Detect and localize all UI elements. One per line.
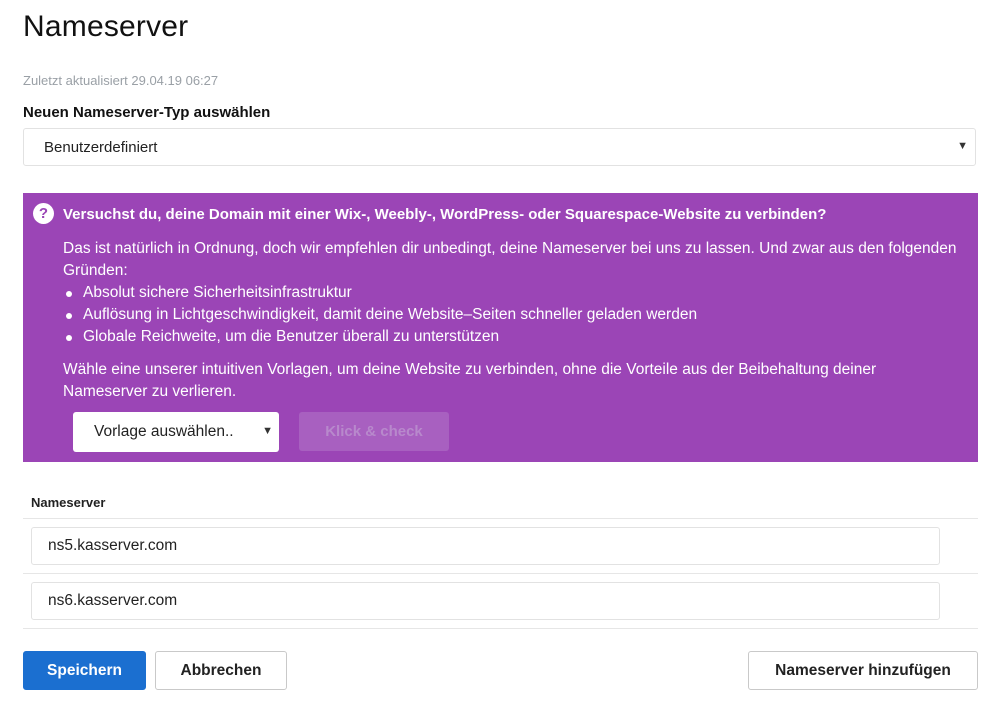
template-select[interactable]: Vorlage auswählen.. ▼ bbox=[73, 412, 279, 452]
check-button[interactable]: Klick & check bbox=[299, 412, 449, 451]
nameserver-value: ns5.kasserver.com bbox=[48, 537, 178, 554]
nameserver-type-select[interactable]: Benutzerdefiniert ▼ bbox=[23, 128, 976, 166]
nameserver-column-header: Nameserver bbox=[31, 495, 106, 510]
banner-intro: Das ist natürlich in Ordnung, doch wir e… bbox=[63, 240, 957, 279]
banner-title: Versuchst du, deine Domain mit einer Wix… bbox=[63, 206, 827, 223]
banner-outro: Wähle eine unserer intuitiven Vorlagen, … bbox=[63, 361, 877, 400]
save-button[interactable]: Speichern bbox=[23, 651, 146, 690]
divider bbox=[23, 628, 978, 629]
nameserver-value: ns6.kasserver.com bbox=[48, 592, 178, 609]
cancel-button[interactable]: Abbrechen bbox=[155, 651, 287, 690]
nameserver-type-value: Benutzerdefiniert bbox=[44, 138, 158, 156]
template-select-value: Vorlage auswählen.. bbox=[94, 423, 234, 440]
list-item: Auflösung in Lichtgeschwindigkeit, damit… bbox=[63, 304, 697, 326]
website-connect-banner: ? Versuchst du, deine Domain mit einer W… bbox=[23, 193, 978, 462]
nameserver-input-1[interactable]: ns5.kasserver.com bbox=[31, 527, 940, 565]
page-title: Nameserver bbox=[23, 10, 189, 43]
nameserver-type-label: Neuen Nameserver-Typ auswählen bbox=[23, 104, 271, 121]
divider bbox=[23, 573, 978, 574]
question-circle-icon: ? bbox=[33, 203, 54, 224]
caret-down-icon: ▼ bbox=[957, 140, 968, 152]
nameserver-input-2[interactable]: ns6.kasserver.com bbox=[31, 582, 940, 620]
divider bbox=[23, 518, 978, 519]
banner-reasons-list: Absolut sichere Sicherheitsinfrastruktur… bbox=[63, 282, 697, 348]
last-updated-text: Zuletzt aktualisiert 29.04.19 06:27 bbox=[23, 73, 219, 88]
list-item: Globale Reichweite, um die Benutzer über… bbox=[63, 326, 697, 348]
caret-down-icon: ▼ bbox=[262, 425, 273, 437]
add-nameserver-button[interactable]: Nameserver hinzufügen bbox=[748, 651, 978, 690]
list-item: Absolut sichere Sicherheitsinfrastruktur bbox=[63, 282, 697, 304]
